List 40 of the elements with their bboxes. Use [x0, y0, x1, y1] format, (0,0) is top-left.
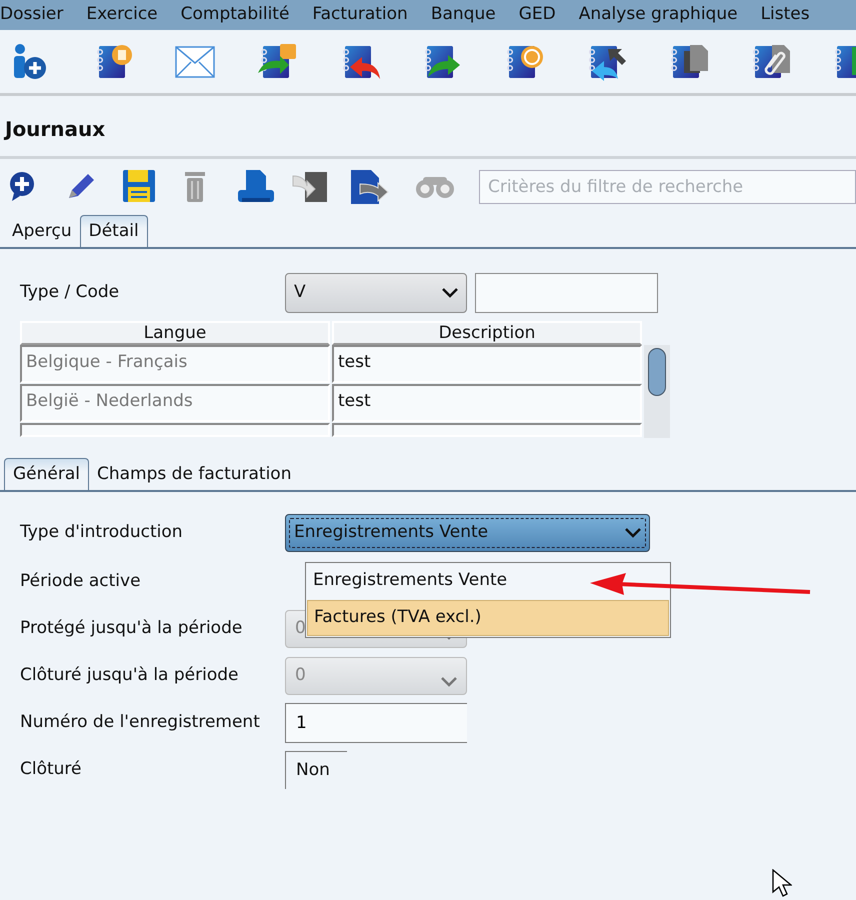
field-label: Clôturé	[19, 758, 83, 781]
field-label: Numéro de l'enregistrement	[19, 710, 261, 734]
field-label: Période active	[19, 570, 142, 593]
table-cell: Belgique - Français	[20, 345, 330, 383]
menu-item[interactable]: Dossier	[0, 0, 72, 30]
column-header[interactable]: Langue	[20, 321, 330, 345]
type-dropdown[interactable]: V	[285, 273, 467, 313]
scrollbar[interactable]	[644, 345, 670, 438]
menu-item[interactable]: Exercice	[86, 0, 167, 30]
tab[interactable]: Champs de facturation	[89, 458, 300, 490]
column-header[interactable]: Description	[332, 321, 642, 345]
search-field[interactable]: Critères du filtre de recherche	[479, 170, 856, 204]
menu-item[interactable]: Analyse graphique	[578, 0, 747, 30]
menu-item[interactable]: Listes	[760, 0, 819, 30]
chevron-icon	[625, 528, 641, 538]
cursor-icon	[772, 869, 792, 897]
table-cell: België - Nederlands	[20, 384, 330, 422]
scrollbar-thumb[interactable]	[648, 348, 666, 396]
code-field[interactable]	[475, 273, 658, 313]
menu-item[interactable]: Facturation	[312, 0, 417, 30]
value-field: Non	[285, 750, 347, 788]
field-label: Type d'introduction	[19, 521, 184, 544]
field-label: Protégé jusqu'à la période	[19, 616, 244, 640]
menu-item[interactable]: Banque	[430, 0, 505, 30]
page-title: Journaux	[0, 96, 856, 159]
dropdown-option[interactable]: Factures (TVA excl.)	[307, 600, 669, 636]
menu-item[interactable]: Comptabilité	[180, 0, 298, 30]
field-label: Clôturé jusqu'à la période	[19, 664, 240, 687]
tab[interactable]: Général	[4, 458, 89, 490]
input-field[interactable]: 1	[285, 702, 467, 742]
table-cell: test	[332, 345, 642, 383]
table-cell: test	[332, 384, 642, 422]
menu-item[interactable]: GED	[518, 0, 565, 30]
field-label: Type / Code	[19, 281, 120, 304]
chevron-icon	[441, 676, 457, 686]
tab[interactable]: Détail	[80, 214, 148, 247]
tab[interactable]: Aperçu	[4, 216, 80, 247]
chevron-icon	[442, 288, 458, 298]
dropdown[interactable]: Enregistrements Vente	[285, 514, 650, 552]
dropdown-option[interactable]: Enregistrements Vente	[307, 564, 669, 600]
